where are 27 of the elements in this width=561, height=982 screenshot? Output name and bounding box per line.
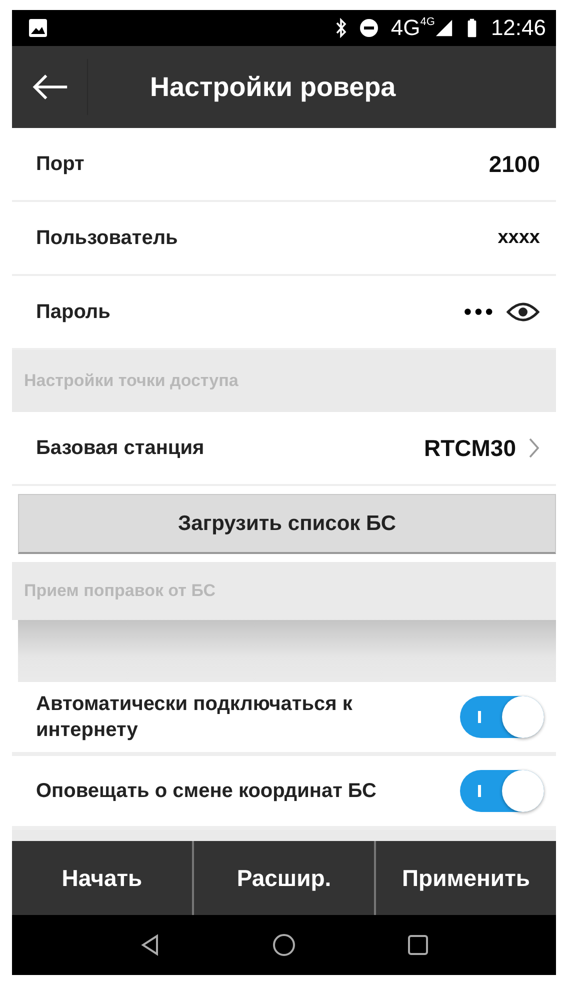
toggle-label: Автоматически подключаться к интернету <box>36 692 354 743</box>
row-value: RTCM30 <box>424 434 516 462</box>
row-label: Пользователь <box>36 226 178 250</box>
screen-title: Настройки ровера <box>150 72 396 102</box>
row-label: Базовая станция <box>36 436 204 460</box>
row-label: Пароль <box>36 300 110 324</box>
image-icon <box>28 18 48 38</box>
clock: 12:46 <box>490 15 546 41</box>
bluetooth-icon <box>334 18 347 38</box>
row-value: 2100 <box>488 150 540 178</box>
chevron-right-icon <box>528 437 540 459</box>
signal-icon <box>434 19 453 37</box>
toggle-switch[interactable] <box>460 770 544 812</box>
toggle-switch[interactable] <box>460 696 544 738</box>
network-type: 4G <box>420 16 435 28</box>
toggle-label: Оповещать о смене координат БС <box>36 779 378 804</box>
home-icon[interactable] <box>272 933 296 957</box>
network-type: 4G <box>390 15 420 41</box>
back-arrow-icon <box>30 72 68 102</box>
row-value: xxxx <box>498 227 540 249</box>
do-not-disturb-icon <box>358 18 379 38</box>
eye-icon[interactable] <box>506 300 540 324</box>
password-value: ••• <box>464 299 496 325</box>
battery-icon <box>466 18 477 38</box>
row-label: Порт <box>36 152 84 176</box>
recents-icon[interactable] <box>406 933 430 957</box>
load-list-button[interactable]: Загрузить список БС <box>18 494 556 554</box>
